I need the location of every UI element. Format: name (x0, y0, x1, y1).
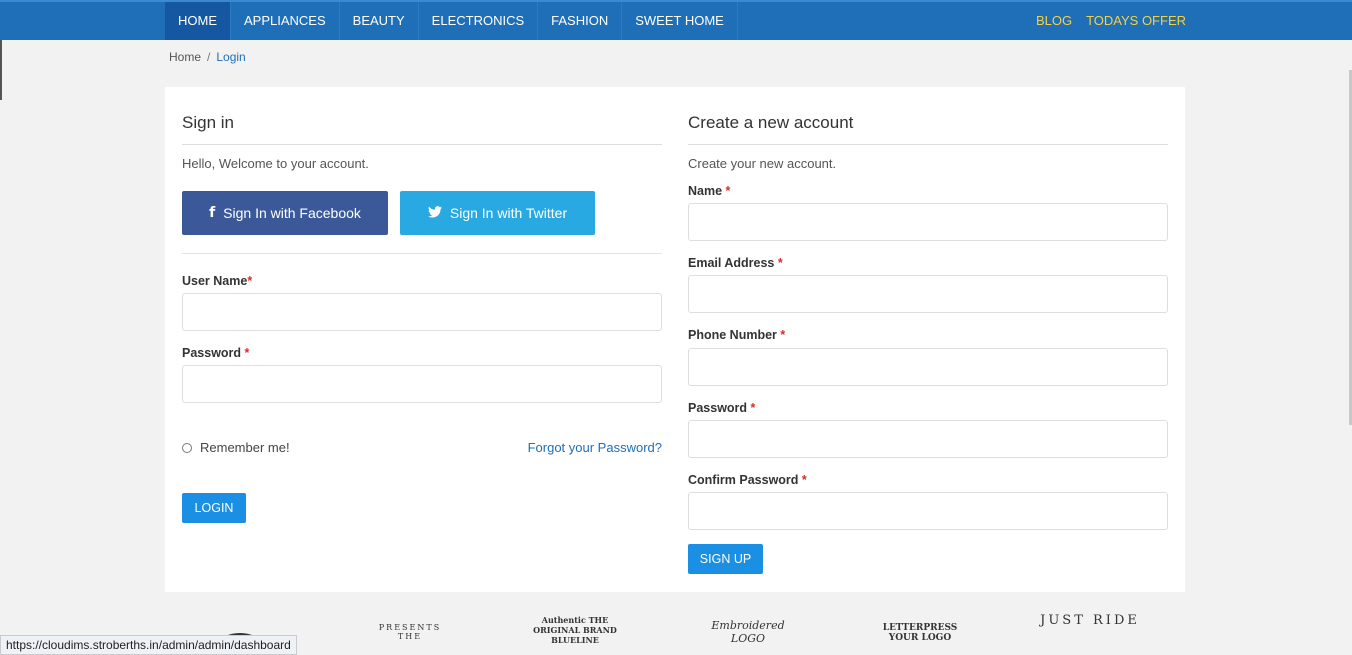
brand-logo-2: PRESENTS THE (378, 623, 442, 641)
browser-status-url: https://cloudims.stroberths.in/admin/adm… (0, 635, 297, 655)
nav-home[interactable]: HOME (165, 2, 231, 40)
nav-appliances[interactable]: APPLIANCES (231, 2, 340, 40)
username-input[interactable] (182, 293, 662, 331)
facebook-signin-label: Sign In with Facebook (223, 205, 361, 221)
signin-title-divider (182, 144, 662, 145)
nav-blog[interactable]: BLOG (1036, 2, 1072, 40)
window-edge (0, 40, 2, 100)
breadcrumb-current[interactable]: Login (216, 50, 245, 64)
login-button[interactable]: LOGIN (182, 493, 246, 523)
brand-logo-4: Embroidered LOGO (711, 619, 785, 645)
twitter-signin-button[interactable]: Sign In with Twitter (400, 191, 595, 235)
signup-button[interactable]: SIGN UP (688, 544, 763, 574)
nav-fashion[interactable]: FASHION (538, 2, 623, 40)
facebook-signin-button[interactable]: f Sign In with Facebook (182, 191, 388, 235)
signup-intro: Create your new account. (688, 156, 837, 171)
auth-panel: Sign in Hello, Welcome to your account. … (165, 87, 1185, 592)
signup-title-divider (688, 144, 1168, 145)
facebook-icon: f (209, 205, 216, 221)
signup-password-label: Password * (688, 401, 756, 415)
brand-logo-6: JUST RIDE (1040, 613, 1140, 628)
remember-me-label: Remember me! (200, 440, 290, 455)
brand-logo-3: Authentic THE ORIGINAL BRAND BLUELINE (533, 615, 617, 645)
password-input[interactable] (182, 365, 662, 403)
nav-right-links: BLOG TODAYS OFFER (1036, 2, 1186, 40)
signup-title: Create a new account (688, 113, 854, 132)
forgot-password-link[interactable]: Forgot your Password? (528, 440, 662, 455)
breadcrumb: Home / Login (169, 50, 246, 64)
twitter-signin-label: Sign In with Twitter (449, 205, 568, 221)
brand-logo-strip: PRESENTS THE Authentic THE ORIGINAL BRAN… (165, 605, 1185, 655)
social-divider (182, 253, 662, 254)
required-mark: * (244, 346, 250, 360)
main-menu: HOME APPLIANCES BEAUTY ELECTRONICS FASHI… (165, 2, 738, 40)
breadcrumb-separator: / (207, 50, 211, 64)
required-mark: * (247, 274, 253, 288)
top-navigation: HOME APPLIANCES BEAUTY ELECTRONICS FASHI… (0, 0, 1352, 40)
signup-name-label: Name * (688, 184, 731, 198)
signup-password-input[interactable] (688, 420, 1168, 458)
signup-name-input[interactable] (688, 203, 1168, 241)
signup-confirm-password-label: Confirm Password * (688, 473, 807, 487)
breadcrumb-home[interactable]: Home (169, 50, 201, 64)
signup-confirm-password-input[interactable] (688, 492, 1168, 530)
signup-email-label: Email Address * (688, 256, 783, 270)
remember-me-radio[interactable] (182, 442, 192, 453)
brand-logo-5: LETTERPRESS YOUR LOGO (882, 623, 958, 643)
username-label: User Name* (182, 274, 253, 288)
nav-todays-offer[interactable]: TODAYS OFFER (1086, 2, 1186, 40)
signin-intro: Hello, Welcome to your account. (182, 156, 369, 171)
nav-sweet-home[interactable]: SWEET HOME (622, 2, 738, 40)
signup-email-input[interactable] (688, 275, 1168, 313)
password-label: Password * (182, 346, 250, 360)
signin-title: Sign in (182, 113, 234, 132)
twitter-icon (427, 205, 442, 221)
signup-phone-label: Phone Number * (688, 328, 786, 342)
nav-beauty[interactable]: BEAUTY (340, 2, 419, 40)
remember-me[interactable]: Remember me! (182, 440, 290, 455)
signup-phone-input[interactable] (688, 348, 1168, 386)
nav-electronics[interactable]: ELECTRONICS (419, 2, 539, 40)
